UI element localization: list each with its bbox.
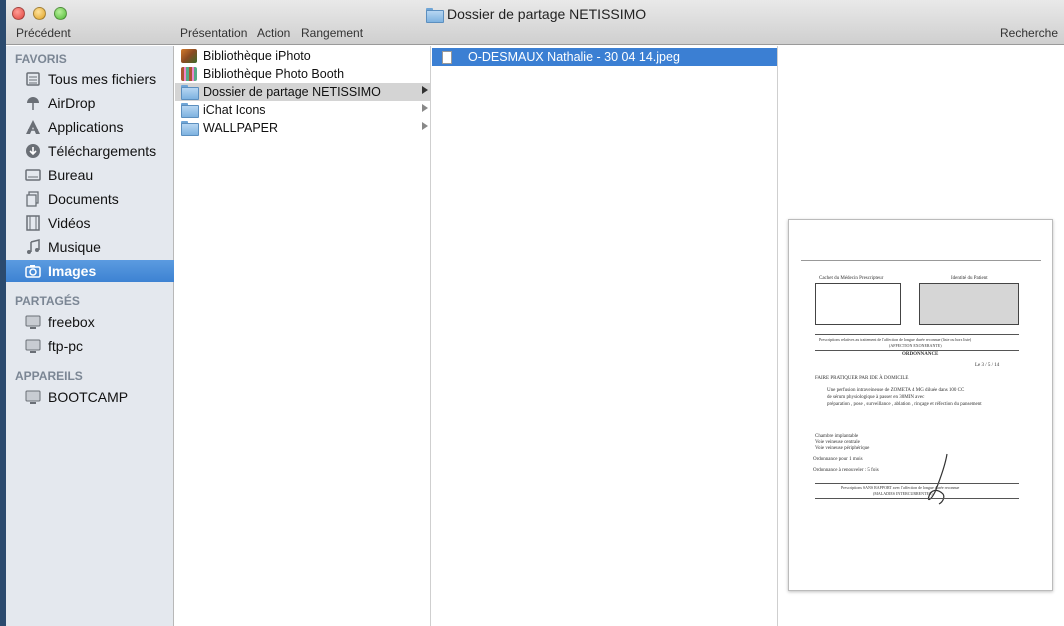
folder-icon [426,7,444,23]
all-files-icon [24,70,42,88]
folder-icon [181,85,199,100]
jpeg-file-icon [442,50,452,64]
doc-p2: de sérum physiologique à passer en 30MIN… [827,395,925,400]
browser-column-2: O-DESMAUX Nathalie - 30 04 14.jpeg [432,46,778,626]
documents-icon [24,190,42,208]
list-item-netissimo-share[interactable]: Dossier de partage NETISSIMO [175,83,430,101]
doc-c2: Voie veineuse centrale [815,440,860,445]
camera-icon [24,262,42,280]
sidebar-section-favorites: FAVORIS [15,52,67,66]
arrange-button[interactable]: Rangement [301,26,363,40]
window-title-text: Dossier de partage NETISSIMO [447,6,647,22]
disclosure-arrow-icon [422,122,428,130]
zoom-window-button[interactable] [54,7,67,20]
sidebar-section-devices: APPAREILS [15,369,83,383]
music-icon [24,238,42,256]
folder-alias-icon [181,103,199,118]
doc-p1: Une perfusion intraveineuse de ZOMETA 4 … [827,388,965,393]
sidebar-item-applications[interactable]: Applications [6,116,174,138]
minimize-window-button[interactable] [33,7,46,20]
sidebar-item-downloads[interactable]: Téléchargements [6,140,174,162]
doc-p3: préparation , pose , surveillance , abla… [827,402,982,407]
monitor-icon [24,337,42,355]
browser-column-1: Bibliothèque iPhoto Bibliothèque Photo B… [175,46,431,626]
disclosure-arrow-icon [422,86,428,94]
sidebar-item-label: Bureau [48,167,94,183]
monitor-icon [24,313,42,331]
iphoto-icon [181,49,197,63]
sidebar-item-label: Tous mes fichiers [48,71,157,87]
sidebar-item-freebox[interactable]: freebox [6,311,174,333]
doc-footer2: (MALADIES INTERCURRENTES) [873,491,933,496]
view-button[interactable]: Présentation [180,26,247,40]
downloads-icon [24,142,42,160]
list-item-label: Bibliothèque iPhoto [203,49,311,63]
sidebar-item-label: Musique [48,239,101,255]
sidebar-item-bootcamp[interactable]: BOOTCAMP [6,386,174,408]
sidebar-section-shared: PARTAGÉS [15,294,80,308]
doc-line1: Prescriptions relatives au traitement de… [819,337,972,342]
preview-pane: Cachet du Médecin Prescripteur Identité … [778,46,1064,626]
doc-o1: Ordonnance pour 1 mois [813,457,863,462]
sidebar-item-documents[interactable]: Documents [6,188,174,210]
photo-booth-icon [181,67,197,81]
search-button[interactable]: Recherche [1000,26,1058,40]
sidebar-item-desktop[interactable]: Bureau [6,164,174,186]
sidebar-item-all-files[interactable]: Tous mes fichiers [6,68,174,90]
sidebar-item-images[interactable]: Images [6,260,174,282]
list-item-label: WALLPAPER [203,121,279,135]
sidebar-item-airdrop[interactable]: AirDrop [6,92,174,114]
desktop-icon [24,166,42,184]
doc-ordonnance: ORDONNANCE [902,352,939,357]
sidebar: FAVORIS Tous mes fichiers AirDrop Applic… [6,46,174,626]
sidebar-item-movies[interactable]: Vidéos [6,212,174,234]
movies-icon [24,214,42,232]
disclosure-arrow-icon [422,104,428,112]
list-item-photo-booth-library[interactable]: Bibliothèque Photo Booth [175,65,430,83]
sidebar-item-ftp-pc[interactable]: ftp-pc [6,335,174,357]
sidebar-item-label: Téléchargements [48,143,157,159]
list-item-ichat-icons[interactable]: iChat Icons [175,101,430,119]
doc-patient-label: Identité du Patient [951,276,988,281]
drive-icon [24,388,42,406]
list-item-label: iChat Icons [203,103,266,117]
doc-footer: Prescriptions SANS RAPPORT avec l'affect… [841,485,960,490]
sidebar-item-music[interactable]: Musique [6,236,174,258]
list-item-label: O-DESMAUX Nathalie - 30 04 14.jpeg [468,50,680,64]
doc-faire: FAIRE PRATIQUER PAR IDE À DOMICILE [815,376,909,381]
airdrop-icon [24,94,42,112]
sidebar-item-label: Vidéos [48,215,91,231]
title-bar: Dossier de partage NETISSIMO Précédent P… [6,0,1064,45]
doc-c3: Voie veineuse périphérique [815,446,870,451]
sidebar-item-label: ftp-pc [48,338,84,354]
list-item-iphoto-library[interactable]: Bibliothèque iPhoto [175,47,430,65]
doc-prescriber-label: Cachet du Médecin Prescripteur [819,276,884,281]
sidebar-item-label: freebox [48,314,95,330]
document-preview-thumbnail[interactable]: Cachet du Médecin Prescripteur Identité … [788,219,1053,591]
doc-o2: Ordonnance à renouveler : 5 fois [813,468,879,473]
window-title: Dossier de partage NETISSIMO [426,6,647,23]
doc-line1b: (AFFECTION EXONERANTE) [889,343,942,348]
sidebar-item-label: Images [48,263,97,279]
finder-window: Dossier de partage NETISSIMO Précédent P… [6,0,1064,626]
sidebar-item-label: Applications [48,119,124,135]
sidebar-item-label: AirDrop [48,95,96,111]
doc-date: Le 3 / 5 / 14 [975,363,1000,368]
applications-icon [24,118,42,136]
list-item-label: Bibliothèque Photo Booth [203,67,345,81]
action-button[interactable]: Action [257,26,290,40]
doc-c1: Chambre implantable [815,434,859,439]
list-item-jpeg-file[interactable]: O-DESMAUX Nathalie - 30 04 14.jpeg [432,48,777,66]
sidebar-item-label: BOOTCAMP [48,389,129,405]
list-item-wallpaper[interactable]: WALLPAPER [175,119,430,137]
list-item-label: Dossier de partage NETISSIMO [203,85,381,99]
back-button[interactable]: Précédent [16,26,71,40]
folder-icon [181,121,199,136]
close-window-button[interactable] [12,7,25,20]
sidebar-item-label: Documents [48,191,119,207]
